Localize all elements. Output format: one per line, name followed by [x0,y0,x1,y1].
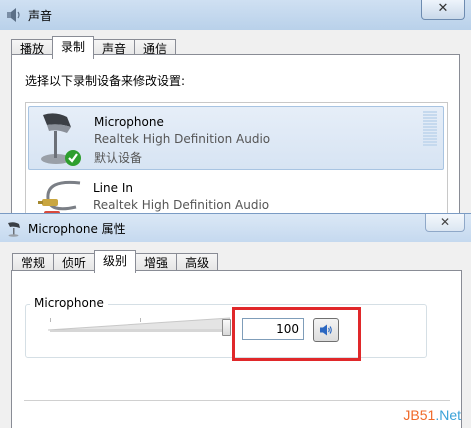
sound-dialog-titlebar[interactable]: 声音 ✕ [0,0,471,30]
recording-device-list[interactable]: Microphone Realtek High Definition Audio… [25,102,448,222]
device-name: Microphone [94,115,164,129]
microphone-level-label: Microphone [30,296,108,310]
watermark-part-a: JB51 [403,407,436,423]
properties-close-button[interactable]: ✕ [425,214,465,232]
recording-instruction: 选择以下录制设备来修改设置: [25,74,186,88]
level-meter [423,111,437,149]
highlight-annotation [232,307,361,361]
device-item-microphone[interactable]: Microphone Realtek High Definition Audio… [28,106,444,170]
device-description: Realtek High Definition Audio [93,198,270,212]
volume-slider-ramp [48,317,230,331]
watermark-part-b: .Net [435,407,461,423]
sound-dialog-title: 声音 [28,9,53,23]
slider-tick [140,318,141,322]
microphone-icon [8,222,20,237]
microphone-icon [41,113,81,166]
volume-slider-thumb[interactable] [222,319,231,336]
tab-recording[interactable]: 录制 [52,36,95,59]
volume-slider-track[interactable] [50,330,230,332]
properties-titlebar[interactable]: Microphone 属性 ✕ [0,214,471,242]
device-name: Line In [93,181,133,195]
watermark: JB51.Net [403,407,461,423]
speaker-icon [7,8,20,22]
properties-title: Microphone 属性 [28,222,126,236]
tab-levels[interactable]: 级别 [94,250,137,273]
sound-dialog-close-button[interactable]: ✕ [421,0,465,20]
device-description: Realtek High Definition Audio [94,132,271,146]
panel-divider [24,400,450,401]
device-status: 默认设备 [94,151,143,165]
slider-tick [50,318,51,322]
